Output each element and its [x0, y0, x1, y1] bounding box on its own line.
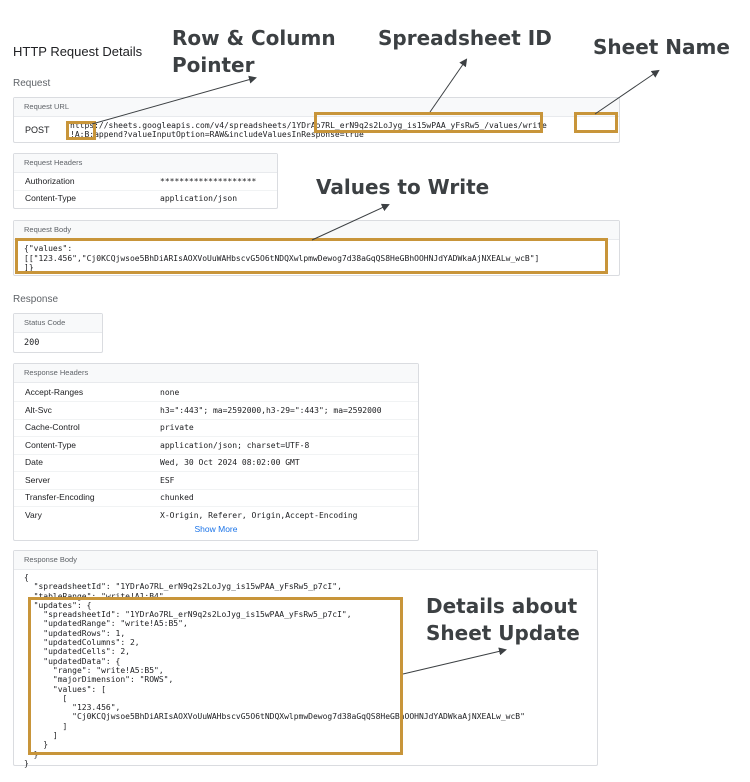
- response-header-row: Alt-Svc h3=":443"; ma=2592000,h3-29=":443…: [14, 402, 418, 420]
- response-header-row: Server ESF: [14, 472, 418, 490]
- response-header-row: Vary X-Origin, Referer, Origin,Accept-Enc…: [14, 507, 418, 524]
- header-value: chunked: [160, 493, 194, 502]
- response-header-row: Transfer-Encoding chunked: [14, 489, 418, 507]
- request-body-header: Request Body: [14, 221, 619, 240]
- header-value: none: [160, 388, 180, 397]
- request-url-header: Request URL: [14, 98, 619, 117]
- status-code-panel: Status Code 200: [13, 313, 103, 353]
- header-value: private: [160, 423, 194, 432]
- status-code-header: Status Code: [14, 314, 102, 333]
- header-value: application/json; charset=UTF-8: [160, 440, 310, 450]
- header-key: Cache-Control: [25, 422, 80, 432]
- response-header-row: Cache-Control private: [14, 419, 418, 437]
- annotation-values: Values to Write: [316, 175, 490, 199]
- response-header-row: Accept-Ranges none: [14, 384, 418, 402]
- header-key: Content-Type: [25, 439, 77, 450]
- header-value: ESF: [160, 475, 175, 485]
- request-header-row: Content-Type application/json: [14, 190, 277, 207]
- annotation-spreadsheet-id: Spreadsheet ID: [378, 26, 552, 50]
- header-value: application/json: [160, 194, 238, 203]
- response-section-label: Response: [13, 294, 59, 305]
- header-key: Date: [25, 457, 43, 467]
- request-headers-header: Request Headers: [14, 154, 277, 173]
- status-code-value: 200: [24, 338, 40, 348]
- header-key: Vary: [25, 509, 42, 520]
- header-key: Transfer-Encoding: [25, 492, 95, 502]
- response-header-row: Content-Type application/json; charset=UT…: [14, 437, 418, 455]
- header-value: ********************: [160, 177, 257, 186]
- header-key: Accept-Ranges: [25, 387, 84, 397]
- request-header-row: Authorization ********************: [14, 173, 277, 191]
- header-value: h3=":443"; ma=2592000,h3-29=":443"; ma=2…: [160, 405, 382, 415]
- response-headers-header: Response Headers: [14, 364, 418, 383]
- page-title: HTTP Request Details: [13, 44, 143, 59]
- request-body-panel: Request Body {"values": [["123.456","Cj0…: [13, 220, 620, 276]
- annotation-updates: Details about Sheet Update: [426, 594, 580, 645]
- annotation-row-column: Row & Column Pointer: [172, 26, 336, 77]
- header-key: Content-Type: [25, 193, 77, 203]
- header-key: Authorization: [25, 176, 75, 186]
- response-headers-panel: Response Headers Accept-Ranges none Alt-S…: [13, 363, 419, 541]
- request-url-line2[interactable]: !A:B:append?valueInputOption=RAW&include…: [70, 130, 364, 140]
- header-key: Alt-Svc: [25, 404, 52, 415]
- request-headers-panel: Request Headers Authorization **********…: [13, 153, 278, 209]
- request-body-json[interactable]: {"values": [["123.456","Cj0KCQjwsoe5BhDi…: [24, 244, 539, 273]
- header-value: Wed, 30 Oct 2024 08:02:00 GMT: [160, 458, 300, 467]
- request-url-panel: Request URL POST https://sheets.googleap…: [13, 97, 620, 143]
- response-body-header: Response Body: [14, 551, 597, 570]
- show-more-link[interactable]: Show More: [14, 524, 418, 534]
- response-header-row: Date Wed, 30 Oct 2024 08:02:00 GMT: [14, 454, 418, 472]
- annotation-sheet-name: Sheet Name: [593, 35, 730, 59]
- header-value: X-Origin, Referer, Origin,Accept-Encodin…: [160, 510, 358, 520]
- request-section-label: Request: [13, 78, 51, 89]
- request-method: POST: [25, 125, 50, 135]
- response-body-panel: Response Body { "spreadsheetId": "1YDrAo…: [13, 550, 598, 768]
- header-key: Server: [25, 474, 51, 485]
